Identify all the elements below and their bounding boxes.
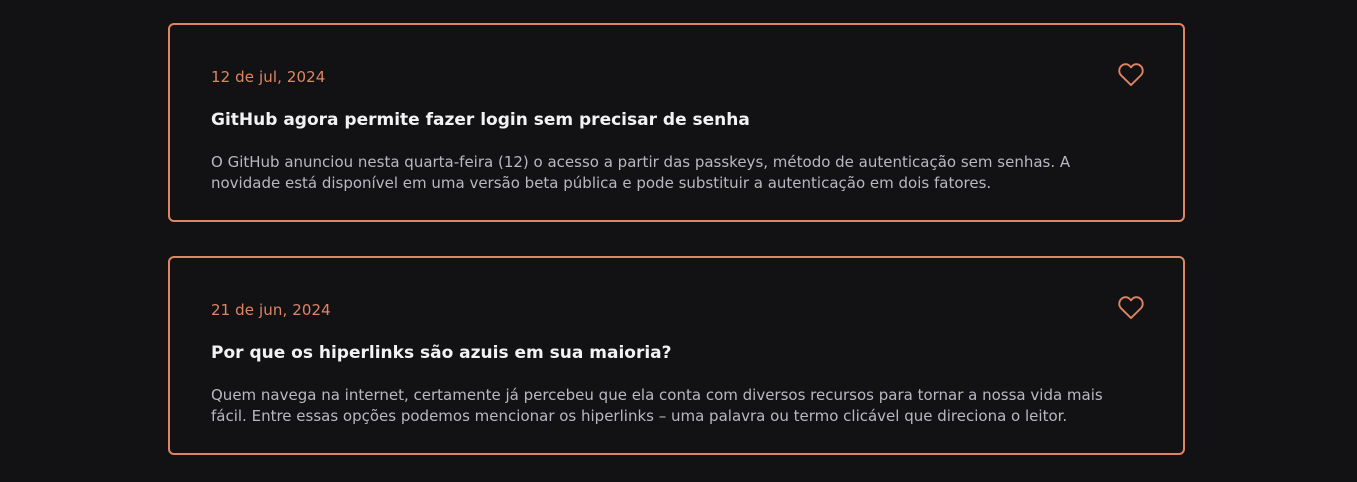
heart-outline-icon [1118, 63, 1144, 87]
post-excerpt: Quem navega na internet, certamente já p… [211, 386, 1103, 425]
post-title[interactable]: Por que os hiperlinks são azuis em sua m… [211, 343, 672, 363]
post-date: 21 de jun, 2024 [211, 301, 331, 319]
favorite-button[interactable] [1117, 294, 1145, 320]
post-date: 12 de jul, 2024 [211, 68, 326, 86]
heart-outline-icon [1118, 296, 1144, 320]
post-feed: 12 de jul, 2024 GitHub agora permite faz… [0, 0, 1357, 482]
post-excerpt: O GitHub anunciou nesta quarta-feira (12… [211, 153, 1071, 192]
post-card[interactable]: 21 de jun, 2024 Por que os hiperlinks sã… [168, 256, 1185, 455]
post-card[interactable]: 12 de jul, 2024 GitHub agora permite faz… [168, 23, 1185, 222]
favorite-button[interactable] [1117, 61, 1145, 87]
post-title[interactable]: GitHub agora permite fazer login sem pre… [211, 110, 750, 130]
